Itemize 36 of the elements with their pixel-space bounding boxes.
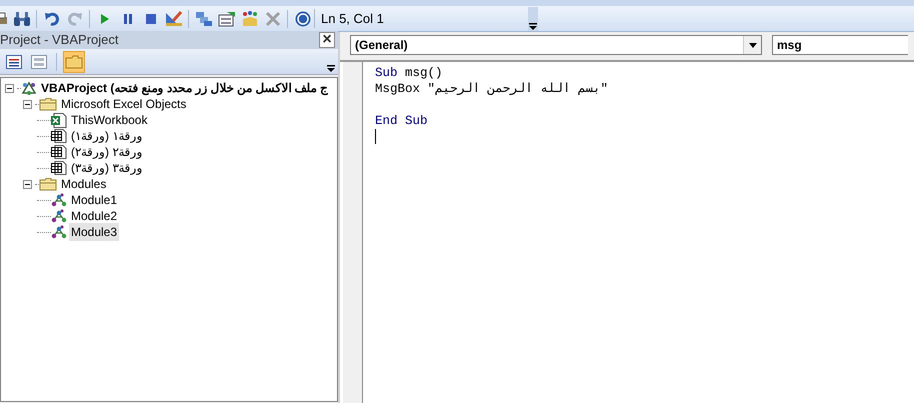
collapse-toggle[interactable] bbox=[23, 180, 32, 188]
tree-item[interactable]: Modules bbox=[59, 175, 108, 193]
code-line: End Sub bbox=[375, 114, 428, 128]
tree-item[interactable]: Module1 bbox=[69, 191, 120, 209]
tree-item[interactable]: ورقة٣ (ورقة٣) bbox=[69, 159, 144, 177]
tree-item[interactable]: ورقة٢ (ورقة٢) bbox=[69, 143, 144, 161]
pane-title: Project - VBAProject bbox=[0, 31, 118, 50]
folder-icon bbox=[39, 98, 57, 110]
code-line: Sub msg() bbox=[375, 66, 443, 80]
tree-item[interactable]: Microsoft Excel Objects bbox=[59, 95, 188, 113]
overflow-icon bbox=[327, 64, 335, 72]
tree-item[interactable]: ThisWorkbook bbox=[69, 111, 150, 129]
toggle-folders-icon[interactable] bbox=[63, 50, 85, 72]
overflow-icon bbox=[529, 22, 537, 30]
toolbar-overflow-button[interactable] bbox=[528, 6, 538, 30]
module-icon bbox=[51, 193, 67, 207]
worksheet-icon bbox=[51, 129, 67, 143]
cursor-position: Ln 5, Col 1 bbox=[314, 8, 384, 28]
tree-item[interactable]: ورقة١ (ورقة١) bbox=[69, 127, 144, 145]
tree-item[interactable]: VBAProject (ج ملف الاكسل من خلال زر محدد ومنع فتحه bbox=[39, 79, 330, 97]
worksheet-icon bbox=[51, 161, 67, 175]
workbook-icon bbox=[51, 112, 67, 128]
collapse-toggle[interactable] bbox=[23, 100, 32, 108]
tree-item[interactable]: Module3 bbox=[69, 223, 120, 241]
module-icon bbox=[51, 209, 67, 223]
caret-icon bbox=[748, 42, 756, 48]
folder-icon bbox=[39, 178, 57, 190]
object-dropdown[interactable]: (General) bbox=[350, 35, 762, 55]
code-line: MsgBox "بسم الله الرحمن الرحيم" bbox=[375, 82, 608, 96]
module-icon bbox=[51, 225, 67, 239]
tree-item[interactable]: Module2 bbox=[69, 207, 120, 225]
close-button[interactable]: × bbox=[319, 32, 335, 48]
collapse-toggle[interactable] bbox=[5, 84, 14, 92]
worksheet-icon bbox=[51, 145, 67, 159]
project-icon bbox=[21, 81, 37, 95]
procedure-dropdown[interactable]: msg bbox=[772, 35, 908, 55]
